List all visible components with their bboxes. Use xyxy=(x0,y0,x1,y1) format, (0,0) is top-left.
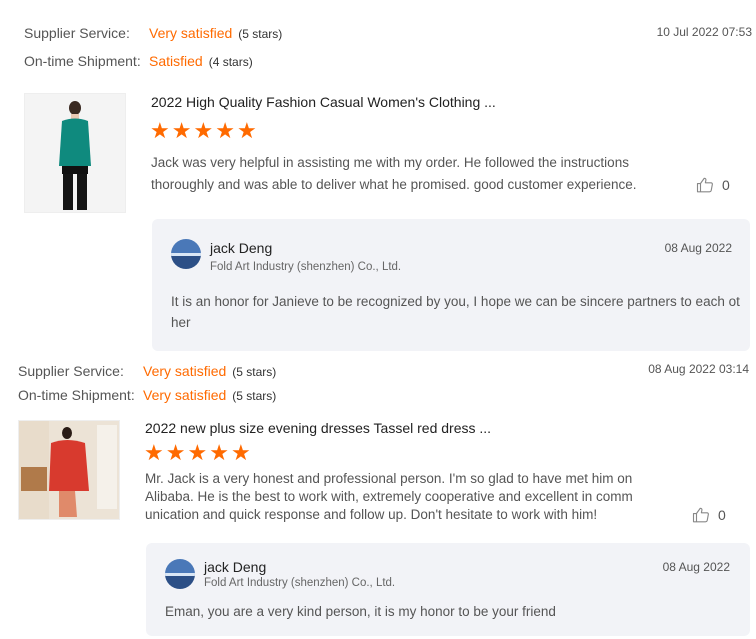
like-count: 0 xyxy=(718,507,726,523)
review-comment: Jack was very helpful in assisting me wi… xyxy=(151,155,637,192)
star-icon: ★ xyxy=(187,440,208,465)
star-icon: ★ xyxy=(209,440,229,465)
reply-company: Fold Art Industry (shenzhen) Co., Ltd. xyxy=(204,577,396,589)
review-card: Supplier Service: Very satisfied (5 stars… xyxy=(0,0,756,352)
reply-name: jack Deng xyxy=(204,559,267,575)
review-date: 10 Jul 2022 07:53 xyxy=(656,25,752,39)
supplier-reply: jack Deng Fold Art Industry (shenzhen) C… xyxy=(152,219,750,351)
supplier-service-rating-text: Very satisfied xyxy=(149,25,233,41)
supplier-service-rating: Very satisfied (5 stars) xyxy=(143,363,276,381)
reply-date: 08 Aug 2022 xyxy=(664,241,732,255)
supplier-service-stars-count: (5 stars) xyxy=(232,365,277,379)
thumbs-up-icon xyxy=(692,507,709,523)
reply-name: jack Deng xyxy=(210,240,273,256)
star-icon: ★ xyxy=(150,118,170,143)
like-button[interactable]: 0 xyxy=(692,506,726,524)
supplier-reply: jack Deng Fold Art Industry (shenzhen) C… xyxy=(146,543,750,636)
reply-date: 08 Aug 2022 xyxy=(662,560,730,574)
star-icon: ★ xyxy=(236,118,257,143)
star-icon: ★ xyxy=(230,440,251,465)
shipment-rating: Satisfied (4 stars) xyxy=(149,53,253,71)
product-title[interactable]: 2022 High Quality Fashion Casual Women's… xyxy=(151,94,496,110)
reply-text: Eman, you are a very kind person, it is … xyxy=(165,604,556,619)
shipment-rating-text: Satisfied xyxy=(149,53,203,69)
reply-text: It is an honor for Janieve to be recogni… xyxy=(171,294,740,330)
review-card: Supplier Service: Very satisfied (5 stars… xyxy=(0,352,756,639)
shipment-stars-count: (5 stars) xyxy=(232,389,277,403)
product-thumbnail[interactable] xyxy=(24,93,126,213)
star-icon: ★ xyxy=(165,440,186,465)
star-icon: ★ xyxy=(193,118,214,143)
reply-company: Fold Art Industry (shenzhen) Co., Ltd. xyxy=(210,261,402,273)
avatar xyxy=(165,559,195,589)
shipment-label: On-time Shipment: xyxy=(24,53,141,69)
star-icon: ★ xyxy=(144,440,164,465)
like-button[interactable]: 0 xyxy=(696,176,730,194)
avatar xyxy=(171,239,201,269)
like-count: 0 xyxy=(722,177,730,193)
product-title[interactable]: 2022 new plus size evening dresses Tasse… xyxy=(145,420,491,436)
supplier-service-label: Supplier Service: xyxy=(18,363,124,379)
review-stars: ★ ★ ★ ★ ★ xyxy=(144,440,251,465)
star-icon: ★ xyxy=(215,118,235,143)
review-date: 08 Aug 2022 03:14 xyxy=(648,362,749,376)
thumbs-up-icon xyxy=(696,177,713,193)
shipment-rating-text: Very satisfied xyxy=(143,387,227,403)
star-icon: ★ xyxy=(171,118,192,143)
shipment-rating: Very satisfied (5 stars) xyxy=(143,387,276,405)
supplier-service-stars-count: (5 stars) xyxy=(238,27,283,41)
supplier-service-rating-text: Very satisfied xyxy=(143,363,227,379)
review-comment: Mr. Jack is a very honest and profession… xyxy=(145,471,633,522)
supplier-service-label: Supplier Service: xyxy=(24,25,130,41)
product-thumbnail[interactable] xyxy=(18,420,120,520)
review-stars: ★ ★ ★ ★ ★ xyxy=(150,118,257,143)
supplier-service-rating: Very satisfied (5 stars) xyxy=(149,25,282,43)
shipment-label: On-time Shipment: xyxy=(18,387,135,403)
shipment-stars-count: (4 stars) xyxy=(208,55,253,69)
